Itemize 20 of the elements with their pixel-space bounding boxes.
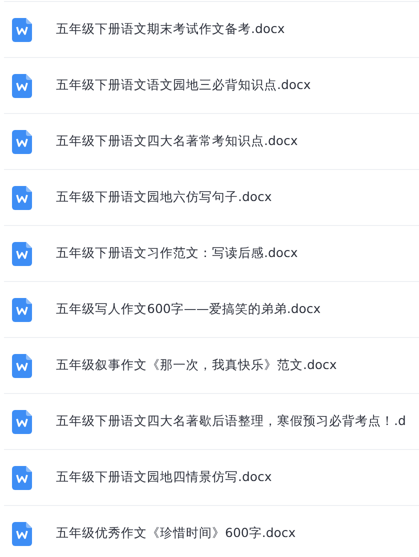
- word-document-icon: [12, 130, 32, 154]
- file-name[interactable]: 五年级下册语文习作范文：写读后感.docx: [56, 245, 298, 262]
- file-name[interactable]: 五年级叙事作文《那一次，我真快乐》范文.docx: [56, 357, 337, 374]
- file-name[interactable]: 五年级下册语文园地六仿写句子.docx: [56, 189, 272, 206]
- word-document-icon: [12, 18, 32, 42]
- file-name[interactable]: 五年级下册语文四大名著歇后语整理，寒假预习必背考点！.d: [56, 413, 406, 430]
- word-document-icon: [12, 186, 32, 210]
- word-document-icon: [12, 74, 32, 98]
- file-name[interactable]: 五年级下册语文语文园地三必背知识点.docx: [56, 77, 311, 94]
- word-document-icon: [12, 354, 32, 378]
- word-document-icon: [12, 466, 32, 490]
- file-name[interactable]: 五年级写人作文600字——爱搞笑的弟弟.docx: [56, 301, 321, 318]
- file-name[interactable]: 五年级下册语文期末考试作文备考.docx: [56, 21, 285, 38]
- word-document-icon: [12, 242, 32, 266]
- word-document-icon: [12, 298, 32, 322]
- word-document-icon: [12, 410, 32, 434]
- file-name[interactable]: 五年级下册语文四大名著常考知识点.docx: [56, 133, 298, 150]
- file-name[interactable]: 五年级优秀作文《珍惜时间》600字.docx: [56, 525, 296, 542]
- word-document-icon: [12, 522, 32, 546]
- file-name[interactable]: 五年级下册语文园地四情景仿写.docx: [56, 469, 272, 486]
